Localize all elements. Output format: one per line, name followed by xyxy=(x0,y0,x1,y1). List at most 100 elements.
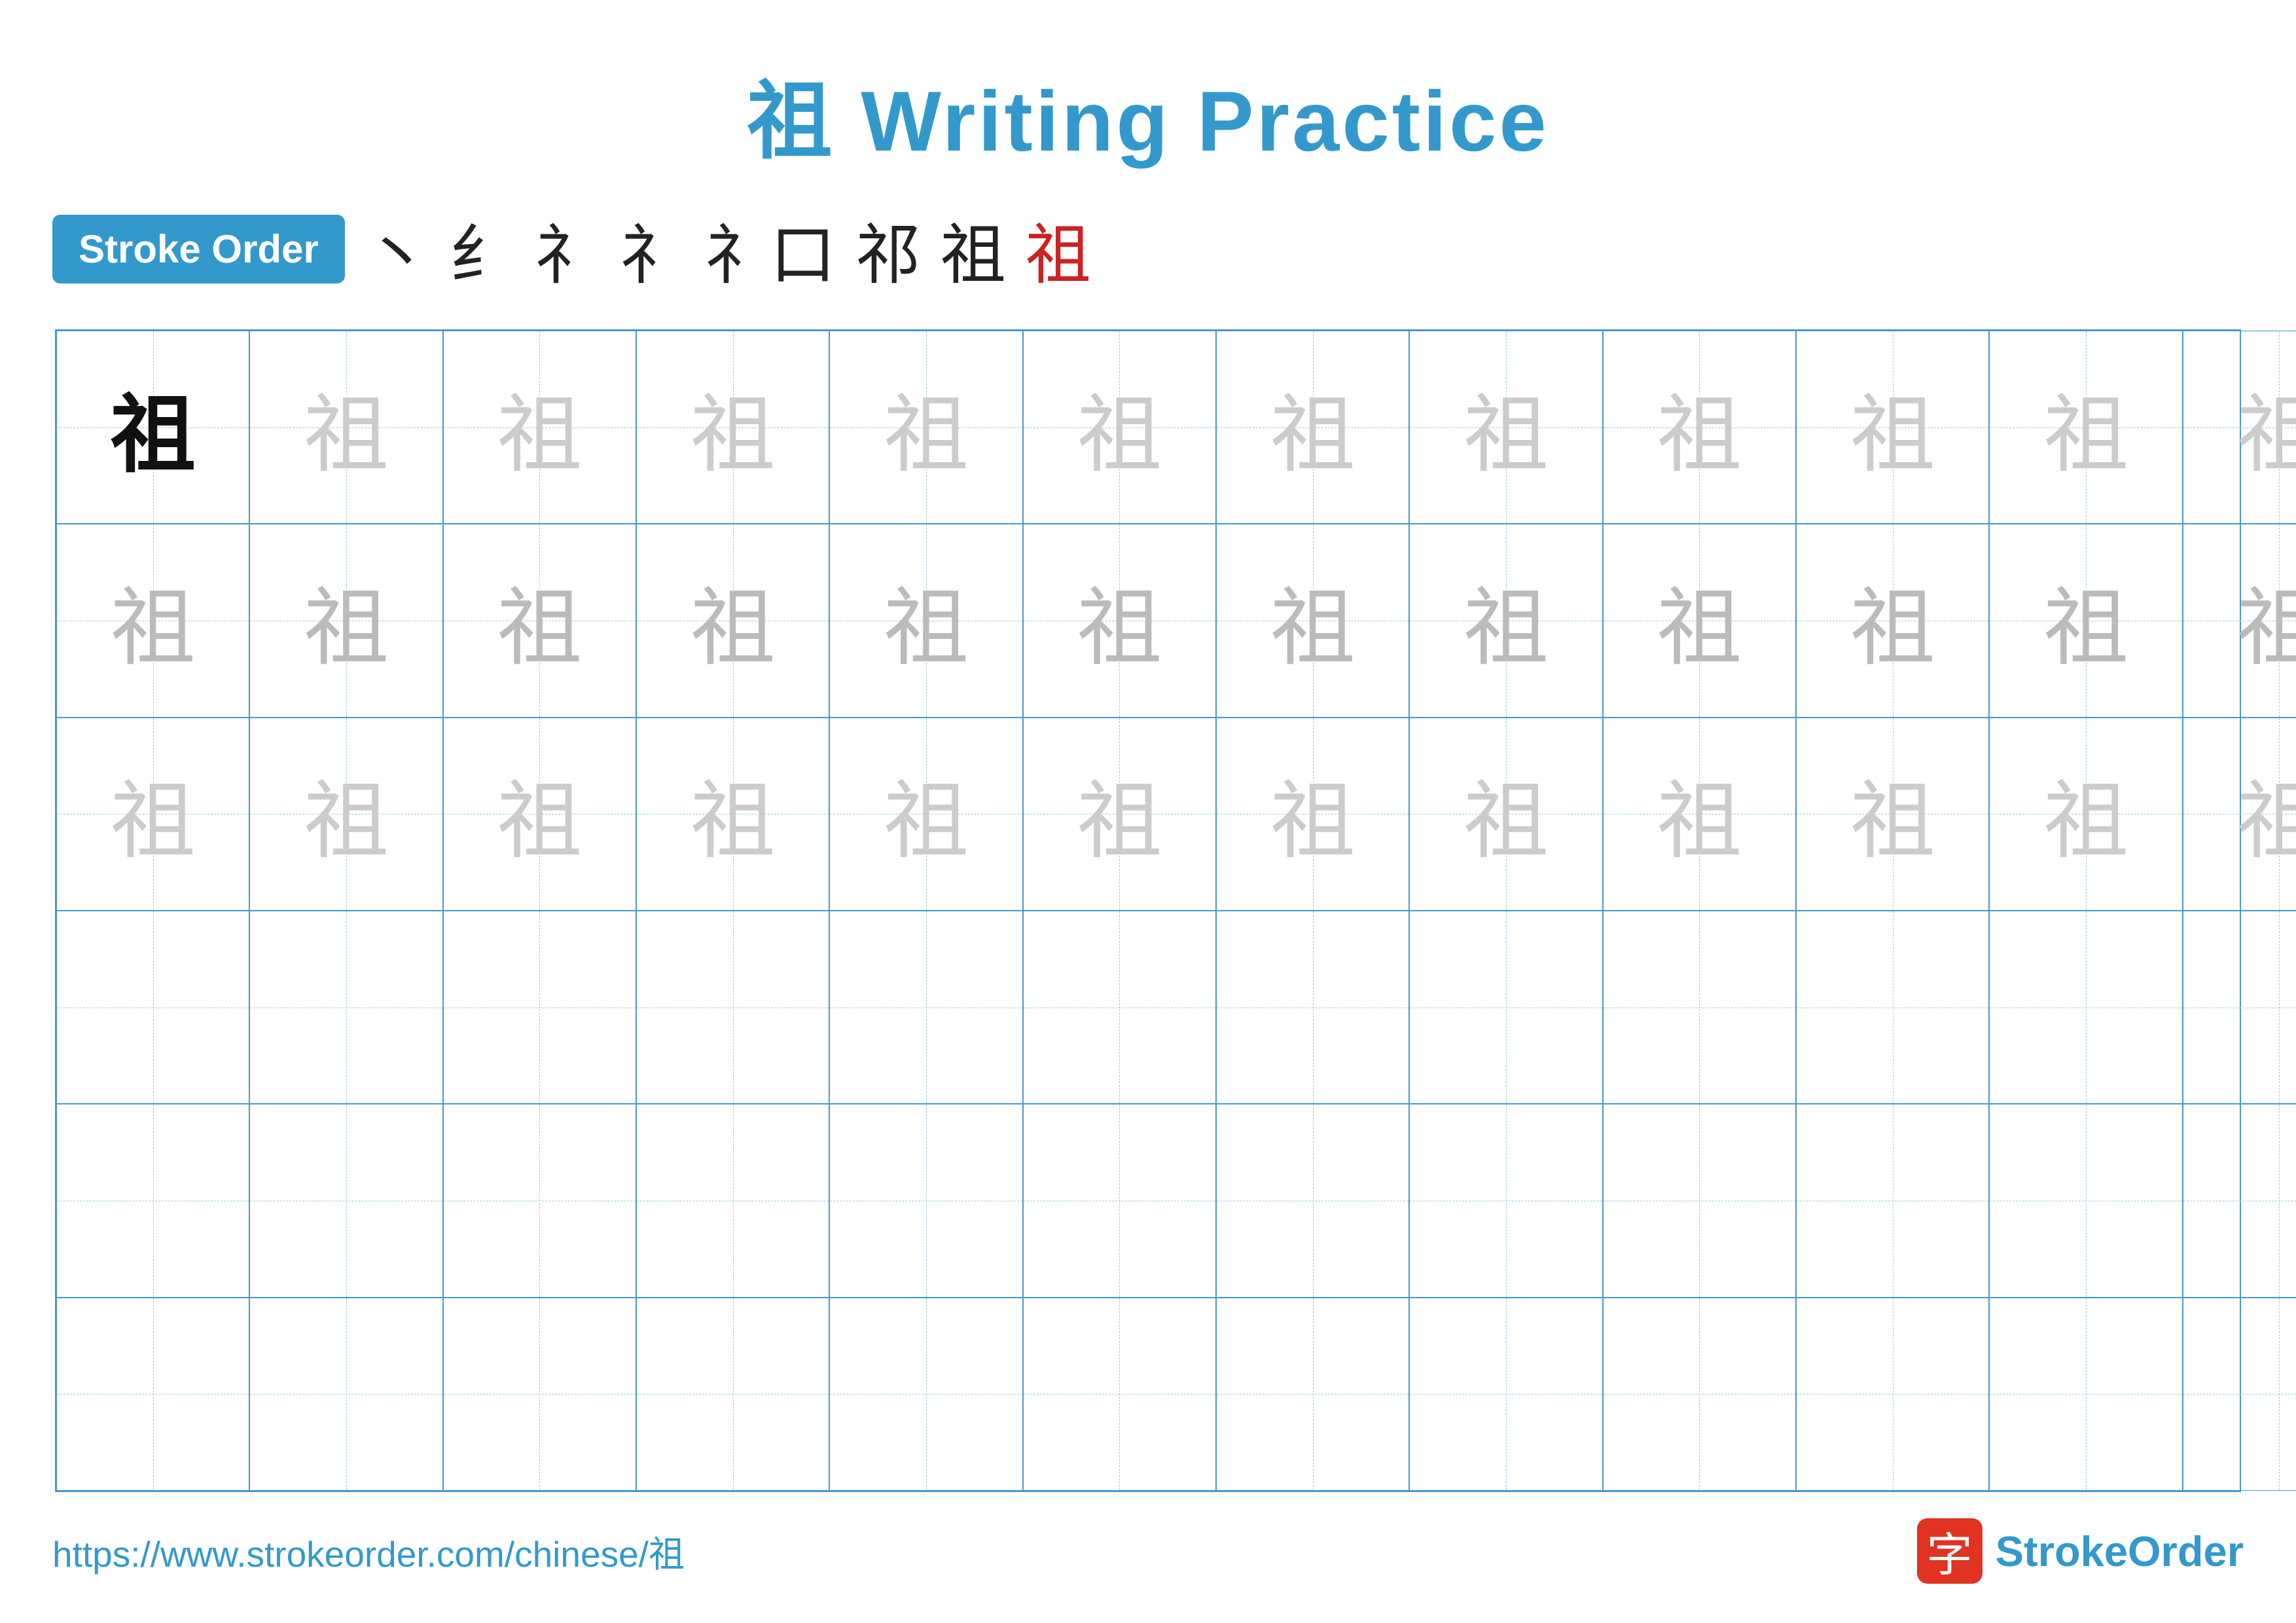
grid-cell-r0c4[interactable]: 祖 xyxy=(829,331,1022,524)
grid-cell-r0c5[interactable]: 祖 xyxy=(1023,331,1216,524)
grid-cell-r2c9[interactable]: 祖 xyxy=(1796,718,1989,911)
char-r1c9: 祖 xyxy=(1850,559,1935,682)
title-chinese: 祖 xyxy=(747,73,834,169)
page-title: 祖 Writing Practice xyxy=(747,52,1549,175)
grid-cell-r2c8[interactable]: 祖 xyxy=(1603,718,1796,911)
char-r2c2: 祖 xyxy=(497,752,582,875)
grid-cell-r2c0[interactable]: 祖 xyxy=(56,718,249,911)
grid-cell-r0c7[interactable]: 祖 xyxy=(1409,331,1602,524)
grid-cell-r2c2[interactable]: 祖 xyxy=(443,718,636,911)
grid-cell-r0c1[interactable]: 祖 xyxy=(249,331,442,524)
practice-grid: 祖 祖 祖 祖 祖 祖 祖 祖 祖 祖 祖 祖 祖 祖 祖 祖 祖 祖 祖 祖 … xyxy=(55,329,2241,1492)
grid-cell-r4c1[interactable] xyxy=(249,1104,442,1297)
char-r2c1: 祖 xyxy=(304,752,389,875)
grid-cell-r0c11[interactable]: 祖 xyxy=(2183,331,2296,524)
grid-cell-r4c4[interactable] xyxy=(829,1104,1022,1297)
char-r2c6: 祖 xyxy=(1270,752,1355,875)
grid-cell-r5c6[interactable] xyxy=(1216,1298,1409,1491)
grid-cell-r3c10[interactable] xyxy=(1989,911,2182,1104)
grid-cell-r1c1[interactable]: 祖 xyxy=(249,524,442,717)
grid-cell-r5c11[interactable] xyxy=(2183,1298,2296,1491)
grid-cell-r4c0[interactable] xyxy=(56,1104,249,1297)
grid-cell-r1c4[interactable]: 祖 xyxy=(829,524,1022,717)
stroke-4: 礻 xyxy=(620,202,685,297)
grid-cell-r5c5[interactable] xyxy=(1023,1298,1216,1491)
grid-cell-r4c8[interactable] xyxy=(1603,1104,1796,1297)
stroke-6: 祁 xyxy=(855,202,921,297)
grid-cell-r3c8[interactable] xyxy=(1603,911,1796,1104)
grid-cell-r0c10[interactable]: 祖 xyxy=(1989,331,2182,524)
grid-cell-r0c6[interactable]: 祖 xyxy=(1216,331,1409,524)
grid-cell-r2c3[interactable]: 祖 xyxy=(636,718,829,911)
grid-cell-r5c7[interactable] xyxy=(1409,1298,1602,1491)
grid-cell-r5c4[interactable] xyxy=(829,1298,1022,1491)
grid-cell-r5c1[interactable] xyxy=(249,1298,442,1491)
grid-cell-r0c3[interactable]: 祖 xyxy=(636,331,829,524)
grid-cell-r1c2[interactable]: 祖 xyxy=(443,524,636,717)
footer-url[interactable]: https://www.strokeorder.com/chinese/祖 xyxy=(52,1525,685,1577)
grid-cell-r2c7[interactable]: 祖 xyxy=(1409,718,1602,911)
grid-cell-r5c3[interactable] xyxy=(636,1298,829,1491)
char-r2c4: 祖 xyxy=(884,752,969,875)
grid-cell-r3c9[interactable] xyxy=(1796,911,1989,1104)
grid-cell-r1c7[interactable]: 祖 xyxy=(1409,524,1602,717)
grid-cell-r1c11[interactable]: 祖 xyxy=(2183,524,2296,717)
char-r2c10: 祖 xyxy=(2043,752,2128,875)
grid-cell-r3c5[interactable] xyxy=(1023,911,1216,1104)
grid-cell-r1c6[interactable]: 祖 xyxy=(1216,524,1409,717)
grid-cell-r3c0[interactable] xyxy=(56,911,249,1104)
grid-cell-r0c0[interactable]: 祖 xyxy=(56,331,249,524)
grid-cell-r1c3[interactable]: 祖 xyxy=(636,524,829,717)
grid-cell-r3c2[interactable] xyxy=(443,911,636,1104)
grid-cell-r1c10[interactable]: 祖 xyxy=(1989,524,2182,717)
grid-cell-r4c9[interactable] xyxy=(1796,1104,1989,1297)
grid-cell-r2c6[interactable]: 祖 xyxy=(1216,718,1409,911)
grid-cell-r4c3[interactable] xyxy=(636,1104,829,1297)
logo-text: StrokeOrder xyxy=(1996,1527,2244,1576)
grid-cell-r3c6[interactable] xyxy=(1216,911,1409,1104)
grid-cell-r3c1[interactable] xyxy=(249,911,442,1104)
grid-cell-r2c5[interactable]: 祖 xyxy=(1023,718,1216,911)
grid-cell-r3c3[interactable] xyxy=(636,911,829,1104)
grid-cell-r2c11[interactable]: 祖 xyxy=(2183,718,2296,911)
logo-order: Order xyxy=(2128,1527,2244,1575)
grid-cell-r4c6[interactable] xyxy=(1216,1104,1409,1297)
stroke-1: 丶 xyxy=(365,202,430,297)
stroke-3: 礻 xyxy=(535,202,600,297)
grid-cell-r4c5[interactable] xyxy=(1023,1104,1216,1297)
char-r1c0: 祖 xyxy=(111,559,196,682)
grid-cell-r5c2[interactable] xyxy=(443,1298,636,1491)
char-r0c1: 祖 xyxy=(304,366,389,489)
grid-cell-r5c9[interactable] xyxy=(1796,1298,1989,1491)
grid-cell-r4c11[interactable] xyxy=(2183,1104,2296,1297)
grid-cell-r1c9[interactable]: 祖 xyxy=(1796,524,1989,717)
logo-char: 字 xyxy=(1927,1518,1973,1584)
footer-logo: 字 StrokeOrder xyxy=(1917,1518,2244,1584)
grid-cell-r5c10[interactable] xyxy=(1989,1298,2182,1491)
stroke-2: 纟 xyxy=(450,202,515,297)
grid-cell-r0c9[interactable]: 祖 xyxy=(1796,331,1989,524)
char-r2c9: 祖 xyxy=(1850,752,1935,875)
char-r0c10: 祖 xyxy=(2043,366,2128,489)
grid-cell-r2c1[interactable]: 祖 xyxy=(249,718,442,911)
grid-cell-r1c0[interactable]: 祖 xyxy=(56,524,249,717)
char-r0c3: 祖 xyxy=(691,366,776,489)
grid-cell-r4c2[interactable] xyxy=(443,1104,636,1297)
grid-cell-r0c2[interactable]: 祖 xyxy=(443,331,636,524)
grid-cell-r4c7[interactable] xyxy=(1409,1104,1602,1297)
char-r0c5: 祖 xyxy=(1077,366,1162,489)
footer: https://www.strokeorder.com/chinese/祖 字 … xyxy=(52,1518,2244,1584)
grid-cell-r3c7[interactable] xyxy=(1409,911,1602,1104)
grid-cell-r2c10[interactable]: 祖 xyxy=(1989,718,2182,911)
grid-cell-r4c10[interactable] xyxy=(1989,1104,2182,1297)
grid-cell-r1c8[interactable]: 祖 xyxy=(1603,524,1796,717)
char-r2c5: 祖 xyxy=(1077,752,1162,875)
grid-cell-r3c11[interactable] xyxy=(2183,911,2296,1104)
grid-cell-r5c8[interactable] xyxy=(1603,1298,1796,1491)
grid-cell-r5c0[interactable] xyxy=(56,1298,249,1491)
grid-cell-r3c4[interactable] xyxy=(829,911,1022,1104)
grid-cell-r1c5[interactable]: 祖 xyxy=(1023,524,1216,717)
char-r1c4: 祖 xyxy=(884,559,969,682)
grid-cell-r2c4[interactable]: 祖 xyxy=(829,718,1022,911)
grid-cell-r0c8[interactable]: 祖 xyxy=(1603,331,1796,524)
